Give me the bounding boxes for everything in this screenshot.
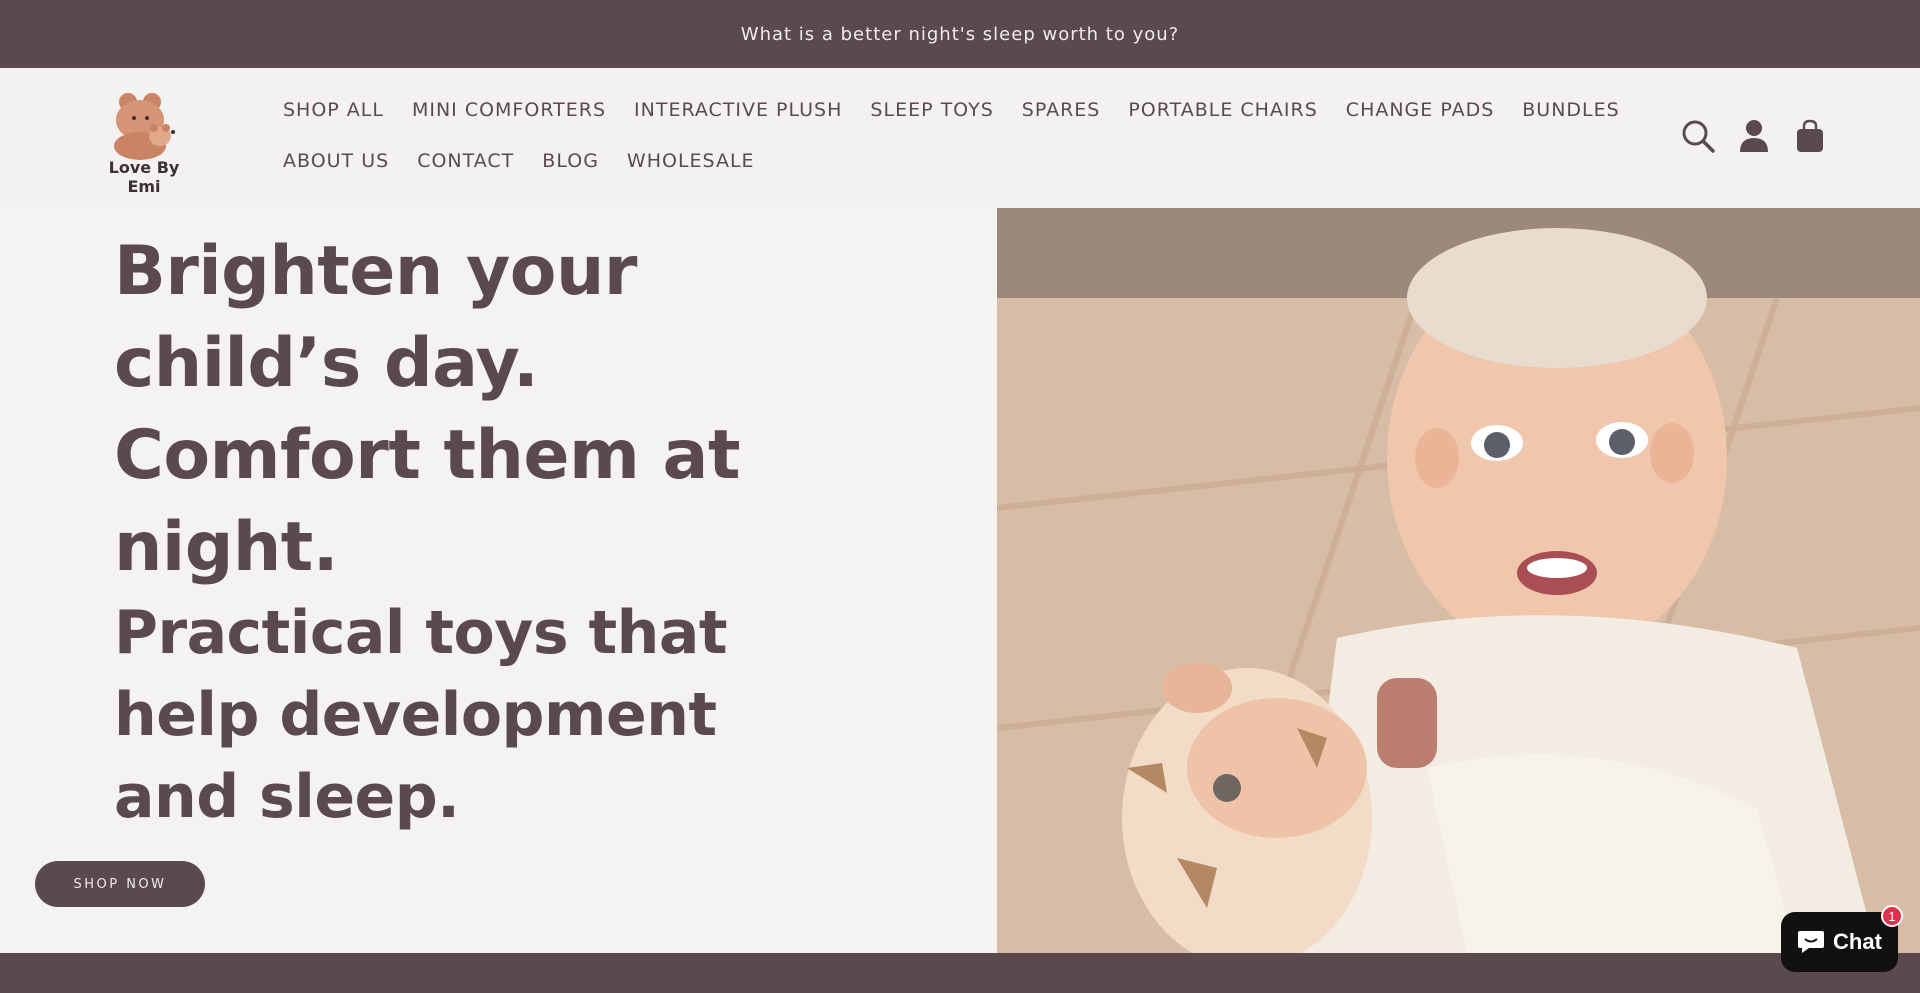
nav-item-spares[interactable]: SPARES <box>1022 94 1101 126</box>
nav-item-bundles[interactable]: BUNDLES <box>1522 94 1619 126</box>
nav-item-blog[interactable]: BLOG <box>542 145 599 177</box>
shop-now-button[interactable]: SHOP NOW <box>35 861 205 907</box>
hero-subheadline: Practical toys that help development and… <box>114 598 728 832</box>
nav-item-wholesale[interactable]: WHOLESALE <box>627 145 755 177</box>
cart-icon[interactable] <box>1792 118 1828 154</box>
hero-text-panel: Brighten your child’s day. Comfort them … <box>0 208 997 953</box>
chat-unread-badge: 1 <box>1881 905 1903 927</box>
nav-row-2: ABOUT US CONTACT BLOG WHOLESALE <box>283 145 1613 177</box>
search-icon[interactable] <box>1680 118 1716 154</box>
hero-image <box>997 208 1920 953</box>
nav-item-change-pads[interactable]: CHANGE PADS <box>1346 94 1494 126</box>
hero-headline: Brighten your child’s day. Comfort them … <box>114 232 740 587</box>
main-nav: SHOP ALL MINI COMFORTERS INTERACTIVE PLU… <box>283 94 1619 196</box>
nav-item-portable-chairs[interactable]: PORTABLE CHAIRS <box>1128 94 1317 126</box>
header-icons <box>1680 118 1828 154</box>
account-icon[interactable] <box>1736 118 1772 154</box>
announcement-text: What is a better night's sleep worth to … <box>740 23 1180 45</box>
logo[interactable]: Love By Emi <box>94 88 194 196</box>
bear-logo-icon <box>114 93 175 160</box>
nav-item-contact[interactable]: CONTACT <box>417 145 514 177</box>
nav-item-mini-comforters[interactable]: MINI COMFORTERS <box>412 94 606 126</box>
chat-button[interactable]: Chat <box>1781 912 1898 972</box>
chat-label: Chat <box>1833 929 1882 954</box>
nav-item-interactive-plush[interactable]: INTERACTIVE PLUSH <box>634 94 842 126</box>
site-header: Love By Emi SHOP ALL MINI COMFORTERS INT… <box>0 68 1920 208</box>
announcement-bar: What is a better night's sleep worth to … <box>0 0 1920 68</box>
footer-strip <box>0 953 1920 993</box>
chat-bubble-icon <box>1798 931 1825 953</box>
baby-with-giraffe-plush-photo <box>997 208 1920 953</box>
nav-row-1: SHOP ALL MINI COMFORTERS INTERACTIVE PLU… <box>283 94 1619 126</box>
nav-item-sleep-toys[interactable]: SLEEP TOYS <box>870 94 993 126</box>
nav-item-about-us[interactable]: ABOUT US <box>283 145 389 177</box>
nav-item-shop-all[interactable]: SHOP ALL <box>283 94 384 126</box>
logo-text: Love By Emi <box>108 158 180 196</box>
